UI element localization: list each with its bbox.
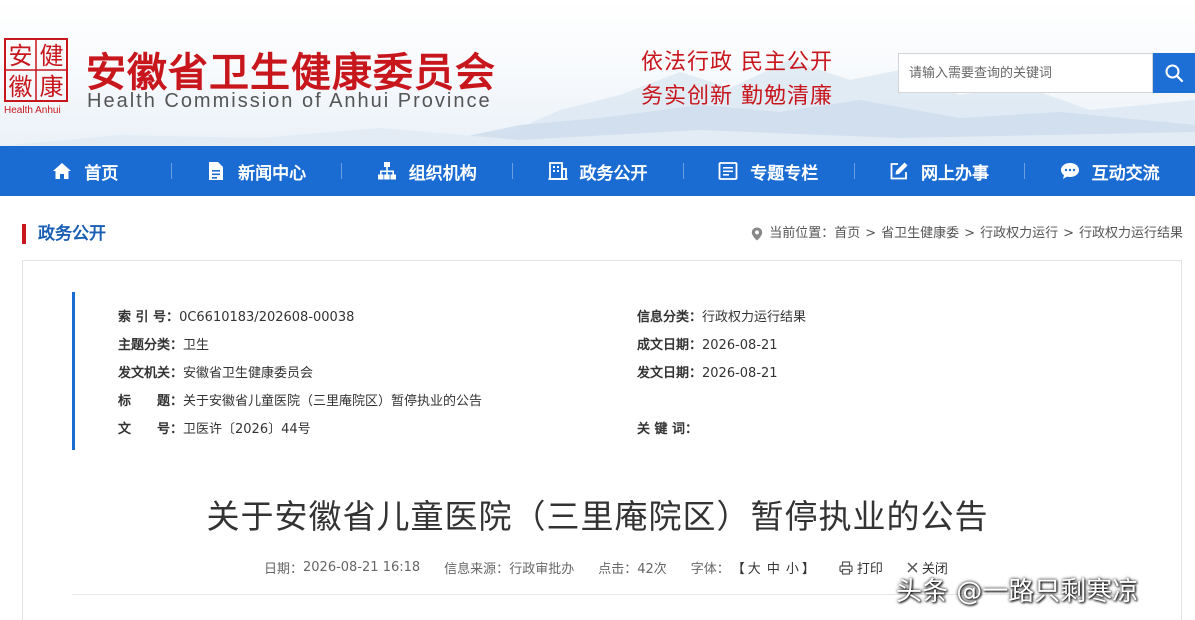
nav-label: 专题专栏 — [750, 163, 819, 184]
nav-label: 首页 — [84, 163, 119, 184]
breadcrumb-link-home[interactable]: 首页 — [834, 224, 860, 244]
clicks-label: 点击： — [598, 562, 638, 577]
breadcrumb-separator: > — [964, 226, 976, 241]
breadcrumb-link-admin-results[interactable]: 行政权力运行结果 — [1079, 224, 1183, 244]
meta-keywords: 关 键 词： — [637, 422, 699, 437]
breadcrumb-link-admin-power[interactable]: 行政权力运行 — [980, 224, 1058, 244]
nav-label: 政务公开 — [579, 163, 648, 184]
nav-label: 组织机构 — [408, 163, 477, 184]
nav-label: 新闻中心 — [238, 163, 307, 184]
meta-title: 标 题：关于安徽省儿童医院（三里庵院区）暂停执业的公告 — [118, 394, 483, 409]
edit-icon — [889, 161, 909, 181]
site-subtitle: Health Commission of Anhui Province — [87, 90, 492, 112]
source-label: 信息来源： — [444, 562, 510, 577]
nav-item-home[interactable]: 首页 — [0, 146, 171, 196]
nav-item-government-affairs[interactable]: 政务公开 — [512, 146, 683, 196]
list-icon — [718, 161, 738, 181]
font-size-medium[interactable]: 中 — [767, 558, 780, 577]
nav-item-organization[interactable]: 组织机构 — [341, 146, 512, 196]
clicks-value: 42次 — [637, 562, 667, 577]
nav-item-news[interactable]: 新闻中心 — [170, 146, 342, 196]
font-size-bracket-close: 】 — [801, 562, 815, 577]
font-size-label: 字体： — [690, 562, 730, 577]
breadcrumb-link-commission[interactable]: 省卫生健康委 — [881, 224, 959, 244]
nav-item-online-services[interactable]: 网上办事 — [853, 146, 1025, 196]
svg-text:康: 康 — [40, 73, 64, 101]
article-info-bar: 日期： 2026-08-21 16:18 信息来源： 行政审批办 点击： 42次… — [264, 558, 954, 577]
font-size-small[interactable]: 小 — [786, 558, 799, 577]
font-size-bracket-open: 【 — [731, 562, 745, 577]
date-label: 日期： — [264, 562, 304, 577]
location-pin-icon — [752, 227, 763, 241]
watermark: 头条 @一路只剩寒凉 — [896, 577, 1139, 607]
motto-line-1: 依法行政 民主公开 — [641, 50, 833, 75]
nav-label: 互动交流 — [1091, 163, 1160, 184]
breadcrumb-separator: > — [865, 226, 877, 241]
meta-document-number: 文 号：卫医许〔2026〕44号 — [118, 422, 311, 437]
nav-label: 网上办事 — [920, 163, 989, 184]
svg-text:安: 安 — [9, 42, 33, 70]
breadcrumb: 当前位置： 首页 > 省卫生健康委 > 行政权力运行 > 行政权力运行结果 — [751, 224, 1183, 244]
printer-icon — [839, 560, 853, 575]
main-nav: 首页 新闻中心 组织机构 政务公开 专题专栏 网上办事 互动交流 — [0, 146, 1195, 196]
search-button[interactable] — [1153, 53, 1195, 93]
site-header: 安 健 徽 康 Health Anhui 安徽省卫生健康委员会 Health C… — [0, 0, 1195, 146]
print-label: 打印 — [856, 562, 883, 577]
breadcrumb-prefix: 当前位置： — [769, 226, 835, 241]
svg-text:健: 健 — [40, 42, 64, 70]
section-marker — [22, 224, 26, 244]
breadcrumb-separator: > — [1063, 226, 1074, 241]
print-button[interactable]: 打印 — [839, 558, 883, 577]
meta-topic: 主题分类：卫生 — [118, 338, 210, 353]
meta-category: 信息分类：行政权力运行结果 — [637, 310, 807, 325]
section-title[interactable]: 政务公开 — [38, 224, 106, 244]
logo-english-text: Health Anhui — [4, 105, 61, 116]
meta-created-date: 成文日期：2026-08-21 — [637, 338, 778, 353]
building-icon — [548, 161, 568, 181]
nav-item-interaction[interactable]: 互动交流 — [1024, 146, 1195, 196]
date-value: 2026-08-21 16:18 — [303, 560, 421, 575]
site-logo[interactable]: 安 健 徽 康 — [4, 38, 68, 102]
svg-text:徽: 徽 — [9, 73, 33, 101]
meta-published-date: 发文日期：2026-08-21 — [637, 366, 778, 381]
meta-issuer: 发文机关：安徽省卫生健康委员会 — [118, 366, 314, 381]
motto-line-2: 务实创新 勤勉清廉 — [641, 84, 833, 109]
org-chart-icon — [377, 161, 397, 181]
nav-item-special-topics[interactable]: 专题专栏 — [682, 146, 854, 196]
search-input[interactable] — [898, 53, 1153, 93]
home-icon — [52, 161, 72, 181]
meta-index: 索 引 号：0C6610183/202608-00038 — [118, 310, 355, 325]
source-value: 行政审批办 — [509, 562, 575, 577]
chat-icon — [1060, 161, 1080, 181]
font-size-large[interactable]: 大 — [748, 558, 761, 577]
search-icon — [1165, 64, 1184, 83]
document-icon — [206, 161, 226, 181]
article-title: 关于安徽省儿童医院（三里庵院区）暂停执业的公告 — [206, 497, 989, 536]
